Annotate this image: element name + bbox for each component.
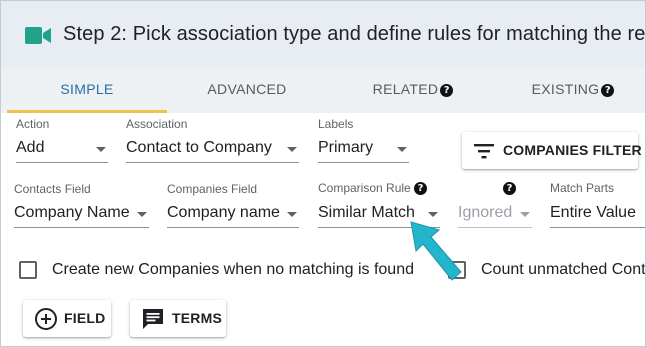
chevron-down-icon — [520, 212, 530, 217]
active-tab-indicator — [7, 110, 167, 113]
association-label: Association — [126, 117, 188, 131]
tab-related[interactable]: RELATED? — [333, 68, 493, 113]
add-field-label: FIELD — [64, 310, 106, 326]
terms-label: TERMS — [172, 310, 222, 326]
video-camera-icon — [25, 26, 52, 50]
action-select[interactable]: Action Add — [16, 117, 108, 163]
comparison-rule-value: Similar Match — [318, 204, 415, 221]
association-dropdown[interactable]: Contact to Company — [126, 137, 299, 163]
add-field-button[interactable]: FIELD — [23, 300, 111, 337]
help-icon[interactable]: ? — [440, 84, 454, 97]
create-new-companies-checkbox[interactable] — [19, 261, 37, 279]
chevron-down-icon — [397, 147, 407, 152]
dialog-frame: Step 2: Pick association type and define… — [0, 0, 646, 347]
help-icon[interactable]: ? — [414, 182, 427, 195]
help-icon[interactable]: ? — [601, 84, 615, 97]
association-value: Contact to Company — [126, 139, 272, 156]
companies-field-select[interactable]: Companies Field Company name — [167, 182, 299, 228]
labels-value: Primary — [318, 139, 374, 156]
association-select[interactable]: Association Contact to Company — [126, 117, 299, 163]
labels-select[interactable]: Labels Primary — [318, 117, 409, 163]
contacts-field-value: Company Name — [14, 204, 130, 221]
companies-field-dropdown[interactable]: Company name — [167, 202, 299, 228]
filter-icon — [474, 144, 494, 159]
chevron-down-icon — [287, 212, 297, 217]
step-header: Step 2: Pick association type and define… — [1, 1, 646, 68]
add-circle-icon — [35, 308, 57, 330]
labels-label: Labels — [318, 117, 354, 131]
tab-advanced-label: ADVANCED — [207, 81, 287, 97]
companies-filter-label: COMPANIES FILTER — [503, 142, 642, 158]
tab-bar: SIMPLE ADVANCED RELATED? EXISTING? — [1, 68, 645, 113]
tab-simple-label: SIMPLE — [60, 81, 114, 97]
contacts-field-select[interactable]: Contacts Field Company Name — [14, 182, 149, 228]
action-label: Action — [16, 117, 50, 131]
contacts-field-label: Contacts Field — [14, 182, 91, 196]
match-parts-select[interactable]: Match Parts Entire Value — [550, 181, 645, 228]
tab-existing[interactable]: EXISTING? — [493, 68, 645, 113]
companies-filter-button[interactable]: COMPANIES FILTER — [462, 132, 642, 169]
chevron-down-icon — [137, 212, 147, 217]
contacts-field-dropdown[interactable]: Company Name — [14, 202, 149, 228]
match-parts-label: Match Parts — [550, 181, 615, 195]
pointer-arrow-icon — [410, 221, 462, 281]
action-dropdown[interactable]: Add — [16, 137, 108, 163]
chevron-down-icon — [96, 147, 106, 152]
match-parts-dropdown[interactable]: Entire Value — [550, 202, 645, 228]
comparison-rule-label: Comparison Rule — [318, 181, 411, 195]
comment-icon — [143, 309, 163, 329]
chevron-down-icon — [287, 147, 297, 152]
help-icon[interactable]: ? — [503, 182, 516, 195]
companies-field-value: Company name — [167, 204, 280, 221]
tab-existing-label: EXISTING — [531, 81, 600, 97]
create-new-companies-label: Create new Companies when no matching is… — [52, 261, 414, 278]
tab-related-label: RELATED — [372, 81, 439, 97]
action-value: Add — [16, 139, 45, 156]
labels-dropdown[interactable]: Primary — [318, 137, 409, 163]
count-unmatched-label: Count unmatched Cont — [481, 261, 646, 278]
tab-advanced[interactable]: ADVANCED — [167, 68, 327, 113]
step-title: Step 2: Pick association type and define… — [63, 23, 646, 45]
match-parts-value: Entire Value — [550, 204, 636, 221]
terms-button[interactable]: TERMS — [130, 300, 226, 337]
companies-field-label: Companies Field — [167, 182, 258, 196]
tab-simple[interactable]: SIMPLE — [7, 68, 167, 113]
